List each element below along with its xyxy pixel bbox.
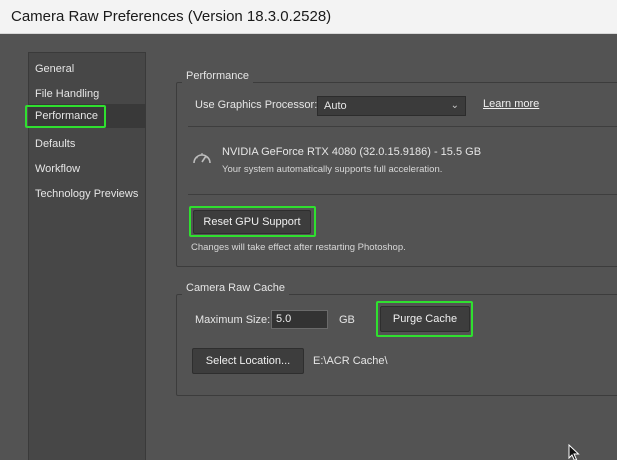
performance-group-title: Performance (182, 69, 253, 83)
gauge-icon (191, 148, 213, 173)
sidebar-item-file-handling[interactable]: File Handling (29, 82, 146, 106)
purge-cache-button[interactable]: Purge Cache (380, 306, 470, 332)
sidebar-item-workflow[interactable]: Workflow (29, 157, 146, 181)
sidebar-item-technology-previews[interactable]: Technology Previews (29, 182, 146, 206)
cache-group-title: Camera Raw Cache (182, 281, 290, 295)
sidebar-item-general[interactable]: General (29, 57, 146, 81)
sidebar-item-label: File Handling (35, 88, 100, 100)
dialog-body: General File Handling Performance Defaul… (0, 34, 617, 460)
max-size-unit: GB (339, 314, 355, 326)
sidebar-item-label: General (35, 63, 75, 75)
select-location-button[interactable]: Select Location... (192, 348, 304, 374)
divider (188, 194, 617, 195)
sidebar-item-label: Workflow (35, 163, 81, 175)
gpu-select[interactable]: Auto ⌄ (317, 96, 466, 116)
gpu-status: Your system automatically supports full … (222, 164, 443, 175)
divider (188, 126, 617, 127)
chevron-down-icon: ⌄ (450, 100, 459, 111)
window-title-bar: Camera Raw Preferences (Version 18.3.0.2… (0, 0, 617, 34)
gpu-name: NVIDIA GeForce RTX 4080 (32.0.15.9186) -… (222, 146, 482, 158)
learn-more-link[interactable]: Learn more (483, 98, 539, 110)
sidebar-item-label: Technology Previews (35, 188, 139, 200)
window-title: Camera Raw Preferences (Version 18.3.0.2… (11, 8, 332, 25)
max-size-label: Maximum Size: (195, 314, 271, 326)
reset-gpu-support-button[interactable]: Reset GPU Support (193, 210, 311, 234)
mouse-cursor-icon (568, 443, 580, 460)
sidebar-item-label: Defaults (35, 138, 76, 150)
sidebar-item-performance[interactable]: Performance (29, 104, 146, 128)
sidebar-item-defaults[interactable]: Defaults (29, 132, 146, 156)
cache-location-path: E:\ACR Cache\ (313, 355, 388, 367)
restart-note: Changes will take effect after restartin… (191, 242, 406, 253)
gpu-label: Use Graphics Processor: (195, 99, 318, 111)
gpu-select-value: Auto (324, 100, 347, 112)
sidebar-item-label: Performance (35, 110, 98, 122)
max-size-input[interactable]: 5.0 (271, 310, 328, 329)
preferences-sidebar: General File Handling Performance Defaul… (28, 52, 146, 460)
